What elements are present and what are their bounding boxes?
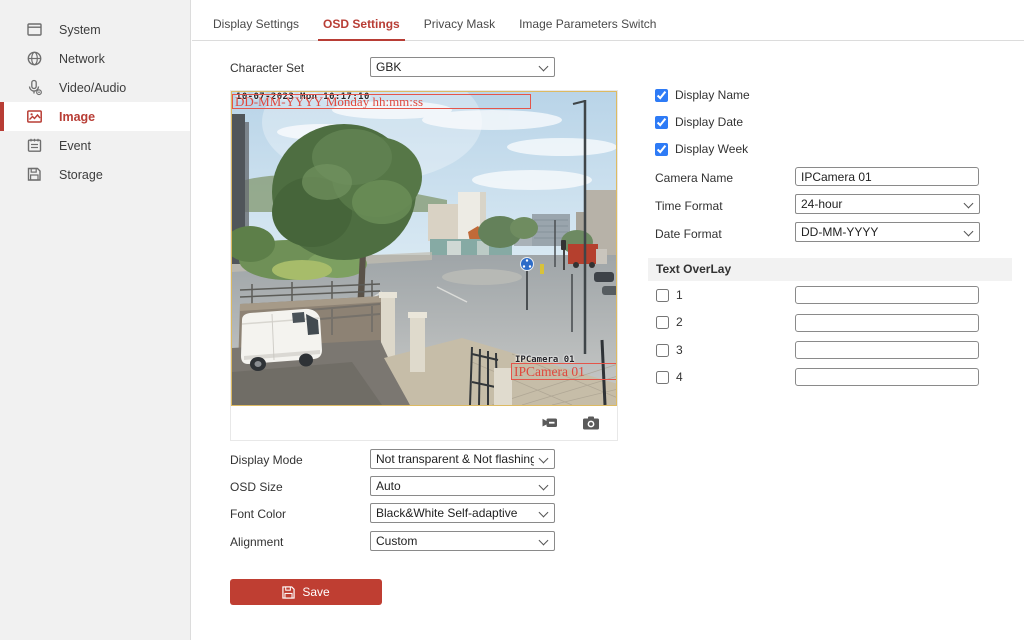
- sidebar-item-label: Event: [59, 139, 91, 153]
- text-overlay-4-checkbox[interactable]: [656, 371, 669, 384]
- save-icon: [282, 586, 295, 599]
- display-date-checkbox[interactable]: [655, 116, 668, 129]
- storage-icon: [26, 166, 43, 183]
- osd-size-label: OSD Size: [230, 480, 283, 494]
- text-overlay-row-1-checkbox-row: 1: [656, 288, 683, 302]
- character-set-label: Character Set: [230, 61, 304, 75]
- sidebar-item-video-audio[interactable]: Video/Audio: [0, 73, 190, 102]
- text-overlay-4-label: 4: [676, 370, 683, 384]
- date-format-label: Date Format: [655, 227, 722, 241]
- alignment-select-wrap: Custom: [370, 531, 555, 551]
- font-color-select-wrap: Black&White Self-adaptive: [370, 503, 555, 523]
- date-format-select[interactable]: DD-MM-YYYY: [795, 222, 980, 242]
- text-overlay-3-label: 3: [676, 343, 683, 357]
- snapshot-icon[interactable]: [582, 415, 600, 431]
- tab-bar: Display Settings OSD Settings Privacy Ma…: [192, 0, 1024, 41]
- live-video-preview: 10-07-2023 Mon 10:17:10 DD-MM-YYYY Monda…: [231, 91, 617, 406]
- text-overlay-row-2-checkbox-row: 2: [656, 315, 683, 329]
- text-overlay-2-input[interactable]: [795, 314, 979, 332]
- display-mode-select[interactable]: Not transparent & Not flashing: [370, 449, 555, 469]
- image-icon: [26, 108, 43, 125]
- event-icon: [26, 137, 43, 154]
- record-icon[interactable]: [542, 415, 560, 431]
- text-overlay-3-input[interactable]: [795, 341, 979, 359]
- osd-camera-name-overlay-box[interactable]: IPCamera 01: [511, 363, 617, 380]
- character-set-select-wrap: GBK: [370, 57, 555, 77]
- osd-datetime-overlay-box[interactable]: DD-MM-YYYY Monday hh:mm:ss: [232, 94, 531, 109]
- text-overlay-1-input[interactable]: [795, 286, 979, 304]
- text-overlay-2-checkbox[interactable]: [656, 316, 669, 329]
- camera-name-input[interactable]: [795, 167, 979, 186]
- preview-toolbar: [231, 405, 617, 440]
- time-format-select-wrap: 24-hour: [795, 194, 980, 214]
- text-overlay-2-label: 2: [676, 315, 683, 329]
- display-week-checkbox[interactable]: [655, 143, 668, 156]
- osd-size-select[interactable]: Auto: [370, 476, 555, 496]
- text-overlay-1-checkbox[interactable]: [656, 289, 669, 302]
- sidebar-item-storage[interactable]: Storage: [0, 160, 190, 189]
- text-overlay-4-input[interactable]: [795, 368, 979, 386]
- character-set-select[interactable]: GBK: [370, 57, 555, 77]
- alignment-label: Alignment: [230, 535, 283, 549]
- save-button[interactable]: Save: [230, 579, 382, 605]
- date-format-select-wrap: DD-MM-YYYY: [795, 222, 980, 242]
- sidebar-item-label: Video/Audio: [59, 81, 126, 95]
- text-overlay-section-title: Text OverLay: [648, 258, 1012, 281]
- display-date-label: Display Date: [675, 115, 743, 129]
- display-mode-select-wrap: Not transparent & Not flashing: [370, 449, 555, 469]
- save-button-label: Save: [302, 585, 329, 599]
- sidebar-item-label: System: [59, 23, 101, 37]
- display-mode-label: Display Mode: [230, 453, 303, 467]
- time-format-label: Time Format: [655, 199, 723, 213]
- osd-camera-name-overlay-text: IPCamera 01: [514, 364, 585, 380]
- sidebar-item-image[interactable]: Image: [0, 102, 190, 131]
- text-overlay-row-4-checkbox-row: 4: [656, 370, 683, 384]
- font-color-select[interactable]: Black&White Self-adaptive: [370, 503, 555, 523]
- tab-privacy-mask[interactable]: Privacy Mask: [414, 17, 505, 40]
- alignment-select[interactable]: Custom: [370, 531, 555, 551]
- sidebar-item-label: Network: [59, 52, 105, 66]
- tab-osd-settings[interactable]: OSD Settings: [313, 17, 410, 40]
- osd-datetime-overlay-text: DD-MM-YYYY Monday hh:mm:ss: [235, 94, 423, 110]
- tab-display-settings[interactable]: Display Settings: [203, 17, 309, 40]
- camera-name-label: Camera Name: [655, 171, 733, 185]
- sidebar-item-system[interactable]: System: [0, 15, 190, 44]
- video-audio-icon: [26, 79, 43, 96]
- display-name-label: Display Name: [675, 88, 750, 102]
- text-overlay-row-3-checkbox-row: 3: [656, 343, 683, 357]
- time-format-select[interactable]: 24-hour: [795, 194, 980, 214]
- sidebar-item-label: Image: [59, 110, 95, 124]
- sidebar-item-network[interactable]: Network: [0, 44, 190, 73]
- osd-size-select-wrap: Auto: [370, 476, 555, 496]
- tab-image-parameters-switch[interactable]: Image Parameters Switch: [509, 17, 666, 40]
- display-week-checkbox-row: Display Week: [655, 142, 748, 156]
- text-overlay-1-label: 1: [676, 288, 683, 302]
- display-name-checkbox-row: Display Name: [655, 88, 750, 102]
- network-icon: [26, 50, 43, 67]
- system-icon: [26, 21, 43, 38]
- text-overlay-3-checkbox[interactable]: [656, 344, 669, 357]
- display-date-checkbox-row: Display Date: [655, 115, 743, 129]
- display-name-checkbox[interactable]: [655, 89, 668, 102]
- display-week-label: Display Week: [675, 142, 748, 156]
- sidebar-item-event[interactable]: Event: [0, 131, 190, 160]
- sidebar: System Network Video/Audio Image Event: [0, 0, 191, 640]
- sidebar-item-label: Storage: [59, 168, 103, 182]
- font-color-label: Font Color: [230, 507, 286, 521]
- video-preview-panel: 10-07-2023 Mon 10:17:10 DD-MM-YYYY Monda…: [230, 90, 618, 441]
- camera-settings-page: System Network Video/Audio Image Event: [0, 0, 1024, 640]
